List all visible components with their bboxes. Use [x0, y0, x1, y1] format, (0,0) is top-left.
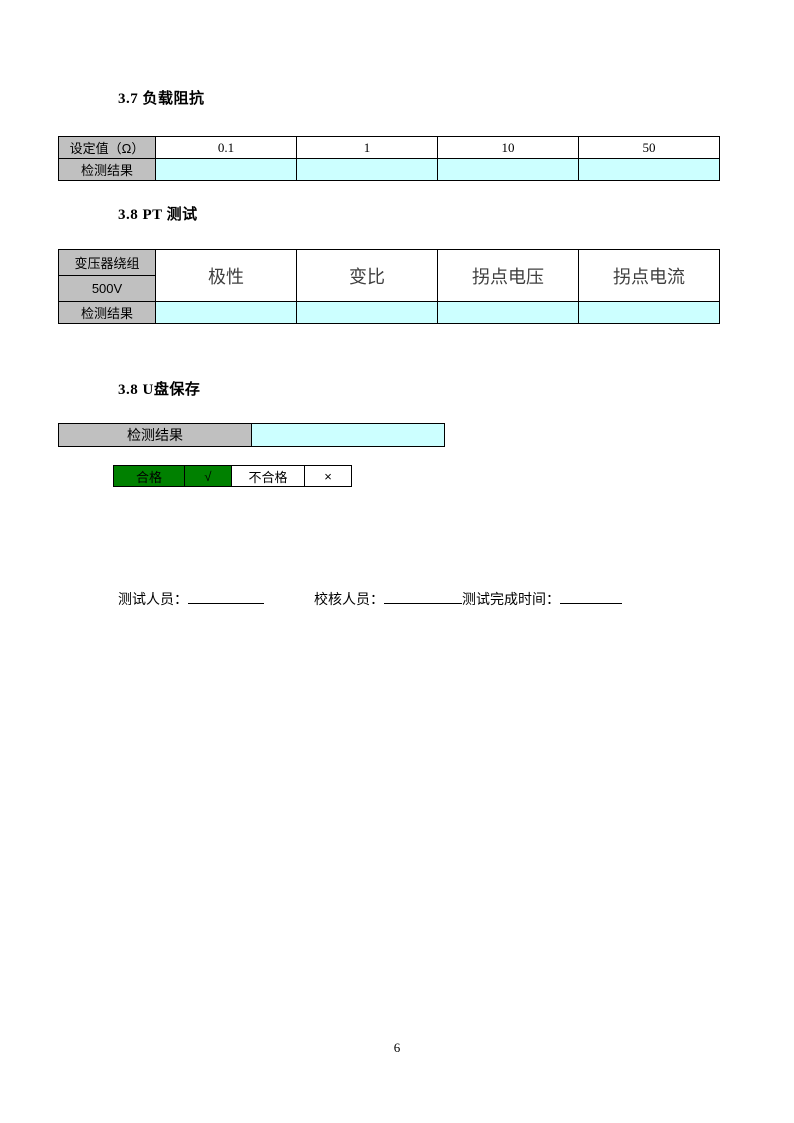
section-heading-load-impedance: 3.7 负载阻抗	[118, 91, 205, 107]
tester-blank[interactable]	[188, 589, 264, 604]
checker-label: 校核人员：	[314, 591, 384, 607]
table-row: 检测结果	[58, 423, 445, 447]
usb-save-table: 检测结果	[58, 423, 445, 447]
pt-result-label: 检测结果	[58, 301, 156, 324]
legend-fail-mark-icon: ×	[304, 465, 352, 487]
table-row: 变压器绕组 极性 变比 拐点电压 拐点电流	[58, 249, 720, 302]
pt-column-knee-current: 拐点电流	[578, 249, 720, 302]
pt-column-polarity: 极性	[155, 249, 297, 302]
document-page: 3.7 负载阻抗 设定值（Ω） 0.1 1 10 50 检测结果 3.8 PT …	[0, 0, 794, 1123]
tester-label: 测试人员：	[118, 591, 188, 607]
section-heading-pt-test: 3.8 PT 测试	[118, 207, 198, 223]
load-impedance-result-1[interactable]	[296, 158, 438, 181]
pt-result-knee-current[interactable]	[578, 301, 720, 324]
table-row: 设定值（Ω） 0.1 1 10 50	[58, 136, 720, 159]
load-impedance-setpoint-3: 50	[578, 136, 720, 159]
table-row: 检测结果	[58, 158, 720, 181]
checker-blank[interactable]	[384, 589, 462, 604]
load-impedance-result-3[interactable]	[578, 158, 720, 181]
load-impedance-result-2[interactable]	[437, 158, 579, 181]
load-impedance-setpoint-1: 1	[296, 136, 438, 159]
legend-fail-label: 不合格	[231, 465, 305, 487]
completion-time-blank[interactable]	[560, 589, 622, 604]
usb-result-label: 检测结果	[58, 423, 252, 447]
page-number: 6	[393, 1040, 401, 1055]
load-impedance-setpoint-2: 10	[437, 136, 579, 159]
table-row: 合格 √ 不合格 ×	[113, 465, 352, 487]
pt-column-knee-voltage: 拐点电压	[437, 249, 579, 302]
load-impedance-setpoint-0: 0.1	[155, 136, 297, 159]
pt-winding-label: 变压器绕组	[58, 249, 156, 276]
pass-fail-legend-table: 合格 √ 不合格 ×	[113, 465, 352, 487]
load-impedance-result-label: 检测结果	[58, 158, 156, 181]
pt-result-knee-voltage[interactable]	[437, 301, 579, 324]
legend-pass-label: 合格	[113, 465, 185, 487]
load-impedance-table: 设定值（Ω） 0.1 1 10 50 检测结果	[58, 136, 720, 181]
load-impedance-result-0[interactable]	[155, 158, 297, 181]
pt-winding-voltage-label: 500V	[58, 275, 156, 302]
pt-result-ratio[interactable]	[296, 301, 438, 324]
signature-line: 测试人员： 校核人员： 测试完成时间：	[118, 589, 718, 609]
pt-column-ratio: 变比	[296, 249, 438, 302]
pt-result-polarity[interactable]	[155, 301, 297, 324]
load-impedance-setpoint-label: 设定值（Ω）	[58, 136, 156, 159]
completion-time-label: 测试完成时间：	[462, 591, 560, 607]
table-row: 检测结果	[58, 301, 720, 324]
pt-test-table: 变压器绕组 极性 变比 拐点电压 拐点电流 500V 检测结果	[58, 249, 720, 324]
usb-result-value[interactable]	[251, 423, 445, 447]
section-heading-usb-save: 3.8 U盘保存	[118, 382, 201, 398]
legend-pass-mark-icon: √	[184, 465, 232, 487]
